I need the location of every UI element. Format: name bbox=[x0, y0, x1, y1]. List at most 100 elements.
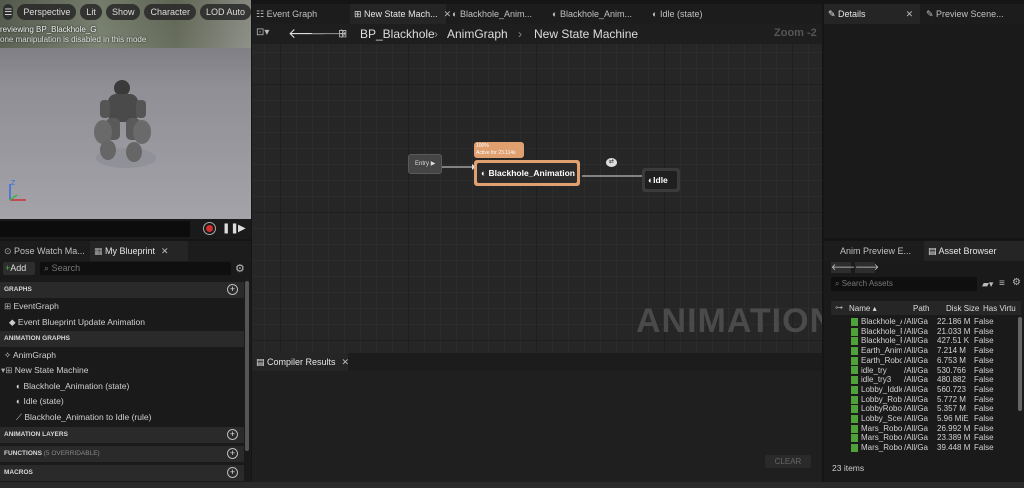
item-state-machine[interactable]: ▾⊞ New State Machine bbox=[1, 365, 88, 376]
table-row[interactable]: Mars_Robot_/All/Ga 26.992 MFalse bbox=[831, 424, 1012, 434]
tab-event-graph[interactable]: ☷ Event Graph bbox=[252, 4, 348, 24]
table-row[interactable]: Earth_Robot/All/Ga 6.753 M False bbox=[831, 356, 1012, 366]
filter-icon[interactable]: ≡ bbox=[999, 278, 1005, 289]
character-button[interactable]: Character bbox=[144, 4, 196, 20]
item-transition-rule[interactable]: ⟋ Blackhole_Animation to Idle (rule) bbox=[16, 412, 151, 423]
state-node-blackhole-animation[interactable]: ◐ Blackhole_Animation bbox=[474, 160, 580, 186]
item-state-blackhole[interactable]: ◐ Blackhole_Animation (state) bbox=[16, 381, 129, 391]
table-row[interactable]: Mars_Robot_/All/Ga 39.448 MFalse bbox=[831, 443, 1012, 453]
section-animation-graphs[interactable]: ANIMATION GRAPHS bbox=[0, 331, 244, 347]
tab-details[interactable]: ✎ Details ✕ bbox=[824, 4, 920, 24]
table-row[interactable]: Blackhole_A/All/Ga 22.186 M False bbox=[831, 317, 1012, 327]
tab-blackhole-anim-1[interactable]: ◐ Blackhole_Anim... bbox=[448, 4, 544, 24]
pause-icon[interactable]: ❚❚ bbox=[222, 223, 239, 234]
state-icon: ◐ bbox=[16, 381, 24, 391]
show-button[interactable]: Show bbox=[105, 4, 141, 20]
perspective-button[interactable]: Perspective bbox=[17, 4, 77, 20]
play-forward-icon[interactable]: ▶ bbox=[238, 223, 246, 234]
state-machine-icon: ⊞ bbox=[5, 365, 15, 375]
section-macros[interactable]: MACROS + bbox=[0, 465, 244, 481]
tab-blackhole-anim-2[interactable]: ◐ Blackhole_Anim... bbox=[548, 4, 644, 24]
table-row[interactable]: LobbyRobot_/All/Ga 5.357 M False bbox=[831, 404, 1012, 414]
asset-size-cell: 23.389 M bbox=[937, 433, 971, 443]
timeline-track[interactable] bbox=[0, 221, 190, 237]
history-forward-icon[interactable]: 🡒 bbox=[855, 262, 879, 273]
add-function-icon[interactable]: + bbox=[227, 448, 238, 459]
history-back-icon[interactable]: 🡐 bbox=[831, 262, 855, 273]
asset-virtual-cell: False bbox=[974, 443, 994, 453]
animation-asset-icon bbox=[851, 366, 858, 375]
column-has-virtual[interactable]: Has Virtu bbox=[983, 304, 1021, 313]
add-layer-icon[interactable]: + bbox=[227, 429, 238, 440]
add-button[interactable]: +Add bbox=[3, 262, 35, 275]
section-graphs[interactable]: GRAPHS + bbox=[0, 282, 244, 298]
record-button[interactable] bbox=[203, 222, 216, 235]
table-row[interactable]: Lobby_Scen/All/Ga 5.96 MiE False bbox=[831, 414, 1012, 424]
item-event-graph[interactable]: ⊞ EventGraph bbox=[4, 301, 59, 312]
tab-pose-watch[interactable]: ⊙ Pose Watch Ma... bbox=[0, 241, 90, 261]
item-anim-graph[interactable]: ✧ AnimGraph bbox=[4, 350, 56, 361]
tab-anim-preview[interactable]: Anim Preview E... bbox=[836, 241, 922, 261]
asset-name-cell: Lobby_Scen bbox=[831, 414, 902, 424]
item-update-animation[interactable]: ◆ Event Blueprint Update Animation bbox=[9, 317, 145, 328]
table-row[interactable]: Blackhole_R/All/Ga 427.51 K False bbox=[831, 336, 1012, 346]
breadcrumb-blueprint[interactable]: BP_Blackhole bbox=[360, 27, 435, 41]
asset-name-cell: Blackhole_R bbox=[831, 336, 902, 346]
asset-search-input[interactable]: ⌕ Search Assets bbox=[831, 277, 977, 291]
blueprint-icon: ▦ bbox=[94, 246, 106, 256]
close-icon[interactable]: ✕ bbox=[342, 357, 350, 367]
record-icon bbox=[206, 225, 213, 232]
table-row[interactable]: Mars_Robot_/All/Ga 23.389 MFalse bbox=[831, 433, 1012, 443]
item-state-idle[interactable]: ◐ Idle (state) bbox=[16, 396, 64, 406]
table-row[interactable]: Blackhole_R/All/Ga 21.033 M False bbox=[831, 327, 1012, 337]
asset-name-cell: Lobby_Iddle bbox=[831, 385, 902, 395]
section-animation-layers[interactable]: ANIMATION LAYERS + bbox=[0, 427, 244, 443]
breadcrumb-animgraph[interactable]: AnimGraph bbox=[447, 27, 508, 41]
zoom-level: Zoom -2 bbox=[774, 27, 817, 39]
table-row[interactable]: Lobby_Iddle/All/Ga 560.723 False bbox=[831, 385, 1012, 395]
column-disk-size[interactable]: Disk Size bbox=[946, 304, 979, 313]
tab-new-state-machine[interactable]: ⊞ New State Mach... ✕ bbox=[350, 4, 451, 24]
tab-asset-browser[interactable]: ▤ Asset Browser bbox=[924, 241, 1024, 261]
tab-compiler-results[interactable]: ▤ Compiler Results ✕ bbox=[252, 353, 350, 371]
transition-rule-icon[interactable]: ⇄ bbox=[606, 158, 617, 167]
section-functions[interactable]: FUNCTIONS (5 OVERRIDABLE) + bbox=[0, 446, 244, 462]
lit-button[interactable]: Lit bbox=[80, 4, 102, 20]
state-machine-graph[interactable]: Entry ▶ 100% Active for 23.114s ◐ Blackho… bbox=[252, 44, 822, 353]
close-icon[interactable]: ✕ bbox=[161, 246, 169, 256]
blueprint-scrollbar[interactable] bbox=[245, 281, 249, 451]
asset-virtual-cell: False bbox=[974, 423, 994, 433]
columns-icon[interactable]: ⊶ bbox=[835, 303, 843, 312]
clear-button[interactable]: CLEAR bbox=[765, 455, 811, 468]
close-icon[interactable]: ✕ bbox=[906, 9, 914, 19]
column-path[interactable]: Path bbox=[913, 304, 929, 313]
tab-idle-state[interactable]: ◐ Idle (state) bbox=[648, 4, 738, 24]
add-macro-icon[interactable]: + bbox=[227, 467, 238, 478]
blueprint-search-input[interactable]: ⌕ Search bbox=[40, 262, 231, 275]
asset-size-cell: 7.214 M bbox=[937, 346, 966, 356]
asset-path-cell: /All/Ga bbox=[904, 433, 929, 443]
left-panel-tabbar: ⊙ Pose Watch Ma... ▦ My Blueprint ✕ bbox=[0, 241, 251, 261]
column-name[interactable]: Name ▴ bbox=[849, 304, 877, 313]
lod-auto-button[interactable]: LOD Auto bbox=[199, 4, 251, 20]
viewport-menu-button[interactable]: ☰ bbox=[3, 4, 14, 20]
asset-virtual-cell: False bbox=[974, 433, 994, 443]
animation-asset-icon bbox=[851, 347, 858, 355]
asset-size-cell: 480.882 bbox=[937, 375, 966, 385]
graph-menu-icon[interactable]: ⊡▾ bbox=[256, 27, 269, 38]
breadcrumb-state-machine[interactable]: New State Machine bbox=[534, 27, 638, 41]
tab-preview-scene[interactable]: ✎ Preview Scene... bbox=[922, 4, 1024, 24]
state-node-idle[interactable]: ◐Idle bbox=[642, 168, 680, 192]
table-row[interactable]: Earth_Anima/All/Ga 7.214 M False bbox=[831, 346, 1012, 356]
tab-my-blueprint[interactable]: ▦ My Blueprint ✕ bbox=[90, 241, 188, 261]
add-graph-icon[interactable]: + bbox=[227, 284, 238, 295]
folder-icon[interactable]: ▰▾ bbox=[982, 279, 993, 290]
settings-gear-icon[interactable]: ⚙ bbox=[235, 262, 245, 275]
asset-scrollbar[interactable] bbox=[1018, 317, 1022, 411]
asset-path-cell: /All/Ga bbox=[904, 346, 929, 356]
animation-asset-icon bbox=[851, 356, 858, 365]
settings-gear-icon[interactable]: ⚙ bbox=[1012, 277, 1021, 288]
table-row[interactable]: Lobby_Robo/All/Ga 5.772 M False bbox=[831, 395, 1012, 405]
table-row[interactable]: idle_try3/All/Ga 480.882 False bbox=[831, 375, 1012, 385]
table-row[interactable]: idle_try/All/Ga 530.766 False bbox=[831, 366, 1012, 376]
